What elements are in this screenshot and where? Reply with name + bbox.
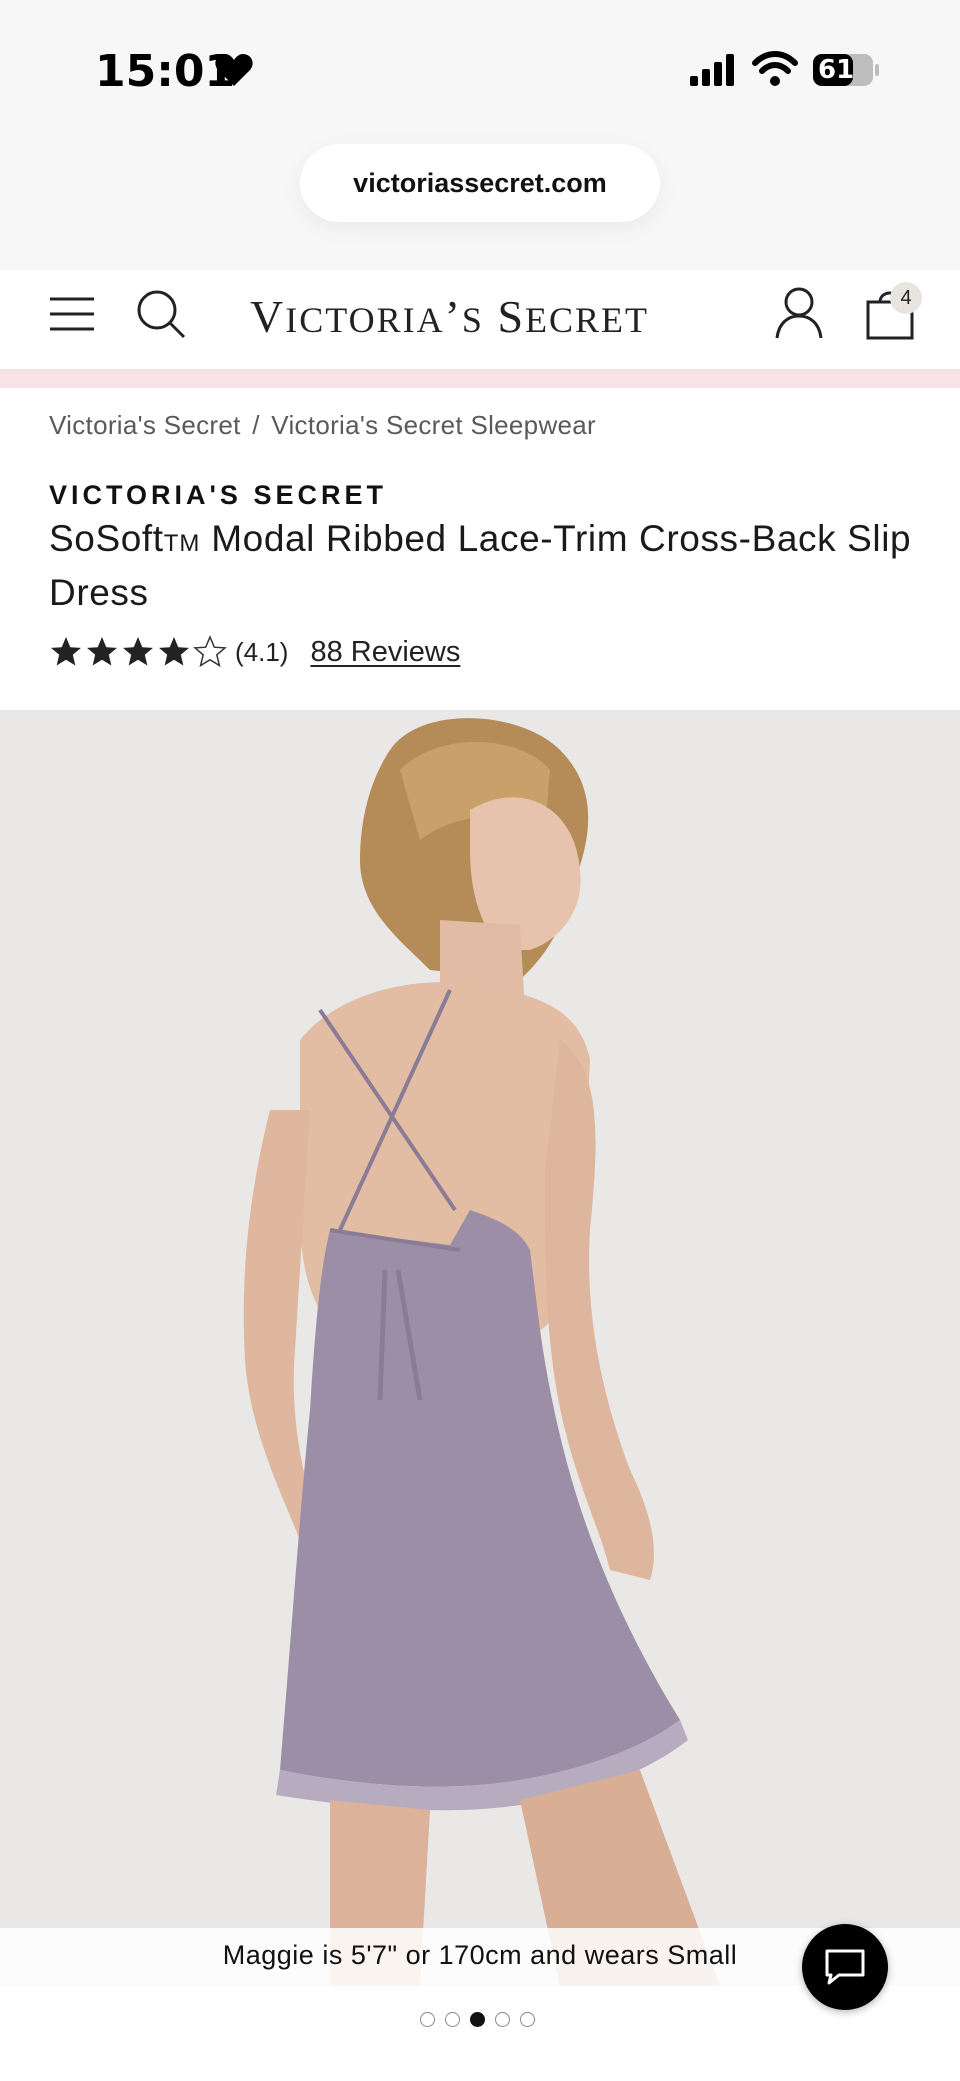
reviews-link[interactable]: 88 Reviews <box>310 636 460 669</box>
gallery-dot[interactable] <box>420 2012 435 2027</box>
account-icon[interactable] <box>774 286 824 340</box>
search-icon[interactable] <box>135 288 187 340</box>
svg-text:VICTORIA’S SECRET: VICTORIA’S SECRET <box>250 291 649 342</box>
heart-icon <box>215 54 253 86</box>
breadcrumb-item-home[interactable]: Victoria's Secret <box>49 410 241 440</box>
star-full-icon <box>123 637 153 666</box>
wifi-icon <box>752 51 798 86</box>
product-photo <box>0 710 960 1986</box>
menu-icon[interactable] <box>48 294 96 334</box>
gallery-pagination <box>420 2012 535 2027</box>
site-header: VICTORIA’S SECRET 4 <box>0 270 960 370</box>
product-brand: VICTORIA'S SECRET <box>49 480 387 510</box>
cart-count-badge[interactable]: 4 <box>890 282 922 314</box>
product-title: SoSoftTM Modal Ribbed Lace-Trim Cross-Ba… <box>49 514 929 617</box>
breadcrumb-item-sleepwear[interactable]: Victoria's Secret Sleepwear <box>271 410 596 440</box>
address-bar-url: victoriassecret.com <box>353 167 607 198</box>
rating-value: (4.1) <box>235 636 289 667</box>
gallery-dot[interactable] <box>495 2012 510 2027</box>
brand-logo-wordmark: VICTORIA’S SECRET <box>250 291 649 342</box>
promo-strip <box>0 370 960 388</box>
star-full-icon <box>159 637 189 666</box>
chat-button[interactable] <box>802 1924 888 2010</box>
brand-logo[interactable]: VICTORIA’S SECRET <box>250 288 710 344</box>
star-full-icon <box>51 637 81 666</box>
status-bar: 15:01 61 victoriassecret.com <box>0 0 960 270</box>
trademark-mark: TM <box>163 530 201 557</box>
chat-bubble-icon <box>825 1949 865 1985</box>
address-bar[interactable]: victoriassecret.com <box>300 144 660 222</box>
cellular-signal-icon <box>690 54 734 86</box>
breadcrumb: Victoria's Secret / Victoria's Secret Sl… <box>49 410 596 441</box>
star-full-icon <box>87 637 117 666</box>
gallery-dot-active[interactable] <box>470 2012 485 2027</box>
star-empty-icon <box>193 635 227 668</box>
product-title-prefix: SoSoft <box>49 518 164 559</box>
breadcrumb-separator: / <box>252 410 260 440</box>
product-image[interactable] <box>0 710 960 1986</box>
product-rating: (4.1) 88 Reviews <box>49 632 460 672</box>
gallery-dot[interactable] <box>445 2012 460 2027</box>
gallery-dot[interactable] <box>520 2012 535 2027</box>
battery-level: 61 <box>818 55 855 85</box>
